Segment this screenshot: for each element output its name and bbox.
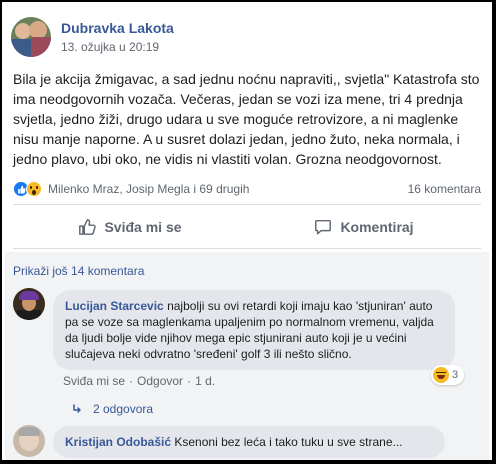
commenter-name[interactable]: Kristijan Odobašić: [65, 435, 171, 449]
view-replies-link[interactable]: 2 odgovora: [71, 402, 153, 416]
reaction-icons[interactable]: Milenko Mraz, Josip Megla i 69 drugih: [13, 181, 249, 197]
divider: [13, 204, 481, 205]
comment-text: Ksenoni bez leća i tako tuku u sve stran…: [174, 435, 403, 449]
separator: ·: [129, 374, 134, 388]
view-more-comments-link[interactable]: Prikaži još 14 komentara: [13, 264, 144, 278]
commenter-name[interactable]: Lucijan Starcevic: [65, 299, 164, 313]
separator: ·: [187, 374, 192, 388]
comments-section: Prikaži još 14 komentara Lucijan Starcev…: [5, 252, 489, 460]
comment-like-link[interactable]: Sviđa mi se: [63, 374, 125, 388]
speech-bubble-icon: [315, 219, 332, 235]
comment-reply-link[interactable]: Odgovor: [137, 374, 183, 388]
comment-button-label: Komentiraj: [340, 219, 414, 235]
post-author-name[interactable]: Dubravka Lakota: [61, 19, 174, 37]
post-actions: Sviđa mi se Komentiraj: [13, 209, 481, 245]
post-card: Dubravka Lakota 13. ožujka u 20:19 Bila …: [5, 5, 489, 460]
post-header: Dubravka Lakota 13. ožujka u 20:19: [11, 13, 174, 61]
reply-arrow-icon: [73, 404, 81, 413]
post-text: Bila je akcija žmigavac, a sad jednu noć…: [13, 71, 480, 167]
wow-reaction-icon: [26, 181, 42, 197]
comment-bubble: Lucijan Starcevic najbolji su ovi retard…: [53, 290, 455, 370]
reactions-summary: Milenko Mraz, Josip Megla i 69 drugih 16…: [13, 178, 481, 200]
comment-count[interactable]: 16 komentara: [408, 182, 481, 196]
post-timestamp[interactable]: 13. ožujka u 20:19: [61, 39, 159, 55]
commenter-avatar[interactable]: [13, 425, 45, 457]
screenshot-frame: Dubravka Lakota 13. ožujka u 20:19 Bila …: [0, 0, 496, 464]
post-meta: 13. ožujka u 20:19: [61, 39, 174, 55]
comment-reaction-badge[interactable]: 3: [431, 365, 465, 385]
comment-reaction-count: 3: [452, 369, 459, 381]
like-button-label: Sviđa mi se: [104, 219, 182, 235]
reaction-names[interactable]: Milenko Mraz, Josip Megla i 69 drugih: [48, 182, 249, 196]
comment-actions: Sviđa mi se · Odgovor · 1 d.: [63, 374, 215, 388]
comment-button[interactable]: Komentiraj: [247, 209, 481, 245]
post-header-text: Dubravka Lakota 13. ožujka u 20:19: [61, 19, 174, 55]
commenter-avatar[interactable]: [13, 288, 45, 320]
like-button[interactable]: Sviđa mi se: [13, 209, 247, 245]
thumbs-up-icon: [79, 219, 97, 235]
comment-age[interactable]: 1 d.: [195, 374, 215, 388]
divider: [13, 248, 481, 249]
haha-reaction-icon: [433, 367, 449, 383]
replies-count-label: 2 odgovora: [93, 402, 154, 416]
author-avatar[interactable]: [11, 17, 51, 57]
comment-bubble: Kristijan Odobašić Ksenoni bez leća i ta…: [53, 426, 445, 458]
